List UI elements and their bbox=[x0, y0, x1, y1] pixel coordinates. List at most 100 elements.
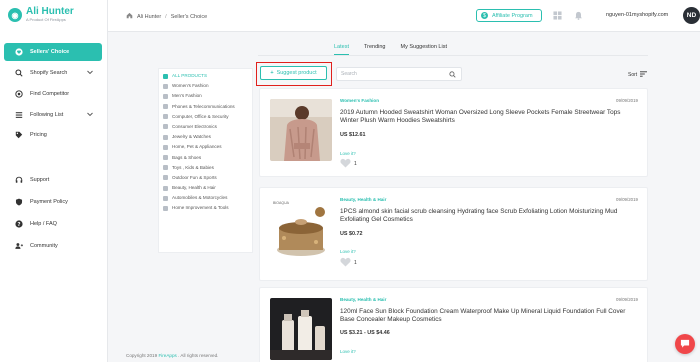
love-it-label: Love it? bbox=[340, 249, 356, 254]
sidebar-item-following-list[interactable]: Following List bbox=[4, 106, 102, 124]
sidebar-item-label: Help / FAQ bbox=[30, 221, 57, 227]
sidebar-item-help-faq[interactable]: ? Help / FAQ bbox=[4, 215, 102, 233]
product-price: US $0.72 bbox=[340, 231, 363, 237]
breadcrumb-home[interactable]: Ali Hunter bbox=[137, 14, 161, 20]
avatar[interactable]: ND bbox=[683, 7, 700, 24]
product-title[interactable]: 1PCS almond skin facial scrub cleansing … bbox=[340, 208, 640, 224]
grid-icon[interactable] bbox=[553, 11, 562, 20]
chat-button[interactable] bbox=[675, 334, 695, 354]
sidebar-item-find-competitor[interactable]: Find Competitor bbox=[4, 85, 102, 103]
affiliate-program-button[interactable]: $ Affiliate Program bbox=[476, 9, 542, 22]
app-logo[interactable]: ◉ Ali Hunter A Product Of FireApps bbox=[8, 7, 74, 23]
footer-company-link[interactable]: FireApps bbox=[158, 353, 176, 358]
category-label: Home Improvement & Tools bbox=[172, 205, 229, 211]
category-item[interactable]: Women's Fashion bbox=[163, 83, 248, 89]
heart-icon bbox=[340, 158, 351, 170]
tag-icon bbox=[15, 131, 23, 139]
question-icon: ? bbox=[15, 220, 23, 228]
suggest-product-button[interactable]: + Suggest product bbox=[260, 66, 327, 80]
search-icon bbox=[15, 69, 23, 77]
category-label: Phones & Telecommunications bbox=[172, 103, 235, 109]
sidebar-item-sellers-choice[interactable]: Sellers' Choice bbox=[4, 43, 102, 61]
product-image[interactable] bbox=[270, 298, 332, 360]
breadcrumb-current: Seller's Choice bbox=[170, 13, 208, 20]
sidebar-item-label: Shopify Search bbox=[30, 70, 68, 76]
tab-trending[interactable]: Trending bbox=[364, 44, 386, 55]
footer: Copyright 2019 FireApps . All rights res… bbox=[126, 353, 218, 358]
headset-icon bbox=[15, 176, 23, 184]
product-card[interactable]: Women's Fashion 09/09/2019 2019 Autumn H… bbox=[259, 88, 648, 177]
category-item[interactable]: Beauty, Health & Hair bbox=[163, 185, 248, 191]
product-image[interactable]: BIOAQUA bbox=[270, 198, 332, 260]
product-title[interactable]: 120ml Face Sun Block Foundation Cream Wa… bbox=[340, 308, 640, 324]
tabs-divider bbox=[258, 55, 648, 56]
category-item[interactable]: Phones & Telecommunications bbox=[163, 104, 248, 110]
breadcrumb: Ali Hunter / Seller's Choice bbox=[126, 12, 207, 21]
category-item[interactable]: Jewelry & Watches bbox=[163, 134, 248, 140]
sidebar-item-label: Following List bbox=[30, 112, 64, 118]
product-price: US $12.61 bbox=[340, 132, 366, 138]
svg-text:?: ? bbox=[17, 222, 20, 228]
category-icon bbox=[163, 185, 168, 191]
sort-icon bbox=[640, 71, 648, 79]
category-item[interactable]: Automobiles & Motorcycles bbox=[163, 195, 248, 201]
shield-icon bbox=[15, 198, 23, 206]
sidebar-item-label: Sellers' Choice bbox=[30, 49, 70, 55]
category-item[interactable]: Outdoor Fun & Sports bbox=[163, 175, 248, 181]
target-icon bbox=[15, 90, 23, 98]
footer-rights: . All rights reserved. bbox=[178, 353, 219, 358]
category-icon bbox=[163, 134, 168, 140]
logo-title: Ali Hunter bbox=[26, 6, 74, 17]
category-icon bbox=[163, 124, 168, 130]
sidebar-item-shopify-search[interactable]: Shopify Search bbox=[4, 64, 102, 82]
sidebar-item-pricing[interactable]: Pricing bbox=[4, 126, 102, 144]
category-label: Bags & Shoes bbox=[172, 154, 202, 160]
search-icon[interactable] bbox=[449, 71, 456, 80]
category-item[interactable]: ALL PRODUCTS bbox=[163, 73, 248, 79]
product-category: Women's Fashion bbox=[340, 98, 380, 103]
category-icon bbox=[163, 83, 168, 89]
category-item[interactable]: Bags & Shoes bbox=[163, 155, 248, 161]
affiliate-program-label: Affiliate Program bbox=[492, 12, 533, 19]
category-item[interactable]: Home, Pet & Appliances bbox=[163, 144, 248, 150]
category-item[interactable]: Computer, Office & Security bbox=[163, 114, 248, 120]
category-icon bbox=[163, 114, 168, 120]
product-card[interactable]: BIOAQUA Beauty, Health & Hair 09/09/2019… bbox=[259, 187, 648, 281]
like-button[interactable]: 1 bbox=[340, 257, 357, 269]
category-item[interactable]: Consumer Electronics bbox=[163, 124, 248, 130]
category-item[interactable]: Toys , Kids & Babies bbox=[163, 165, 248, 171]
bell-icon[interactable] bbox=[574, 11, 583, 20]
sidebar-item-payment-policy[interactable]: Payment Policy bbox=[4, 193, 102, 211]
product-title[interactable]: 2019 Autumn Hooded Sweatshirt Woman Over… bbox=[340, 109, 640, 125]
category-icon bbox=[163, 104, 168, 110]
sidebar-item-community[interactable]: Community bbox=[4, 237, 102, 255]
product-image-caption: BIOAQUA bbox=[273, 201, 289, 205]
category-label: Jewelry & Watches bbox=[172, 134, 211, 140]
search-input[interactable]: Search bbox=[336, 67, 462, 81]
tab-latest[interactable]: Latest bbox=[334, 44, 349, 55]
like-count: 1 bbox=[354, 161, 357, 167]
breadcrumb-separator: / bbox=[165, 13, 167, 20]
sort-button[interactable]: Sort bbox=[628, 71, 648, 79]
tab-my-suggestion-list[interactable]: My Suggestion List bbox=[401, 44, 447, 55]
category-item[interactable]: Home Improvement & Tools bbox=[163, 205, 248, 211]
chat-icon bbox=[680, 339, 690, 350]
category-icon bbox=[163, 165, 168, 171]
category-list: ALL PRODUCTS Women's Fashion Men's Fashi… bbox=[158, 68, 253, 253]
like-button[interactable]: 1 bbox=[340, 158, 357, 170]
sidebar-item-label: Community bbox=[30, 243, 58, 249]
sidebar-item-support[interactable]: Support bbox=[4, 171, 102, 189]
user-email[interactable]: nguyen-01myshopify.com bbox=[606, 12, 668, 18]
home-icon[interactable] bbox=[126, 12, 133, 21]
love-it-label: Love it? bbox=[340, 349, 356, 354]
product-card[interactable]: Beauty, Health & Hair 09/09/2019 120ml F… bbox=[259, 287, 648, 362]
suggest-product-label: Suggest product bbox=[276, 70, 317, 76]
product-category: Beauty, Health & Hair bbox=[340, 197, 387, 202]
category-icon bbox=[163, 205, 168, 211]
sidebar-item-label: Support bbox=[30, 177, 50, 183]
product-image[interactable] bbox=[270, 99, 332, 161]
category-item[interactable]: Men's Fashion bbox=[163, 93, 248, 99]
feed-tabs: Latest Trending My Suggestion List bbox=[334, 44, 447, 55]
dollar-icon: $ bbox=[481, 12, 488, 19]
heart-icon bbox=[340, 257, 351, 269]
